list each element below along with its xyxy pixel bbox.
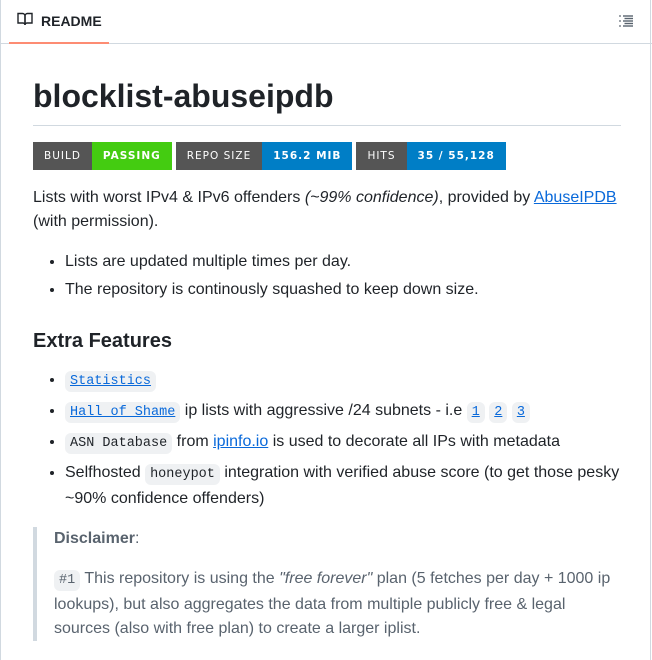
features-list: Statistics Hall of Shame ip lists with a… xyxy=(33,368,621,511)
toc-button[interactable] xyxy=(618,13,636,31)
feature-asn: ASN Database from ipinfo.io is used to d… xyxy=(65,430,621,456)
badge-repo-size-value: 156.2 MIB xyxy=(262,142,353,170)
intro-text-3: (with permission). xyxy=(33,213,159,230)
tab-readme[interactable]: README xyxy=(9,0,109,44)
feature-statistics: Statistics xyxy=(65,368,621,394)
intro-text: Lists with worst IPv4 & IPv6 offenders xyxy=(33,189,305,206)
feature-hall-of-shame: Hall of Shame ip lists with aggressive /… xyxy=(65,399,621,425)
disclaimer-quote: Disclaimer: #1 This repository is using … xyxy=(33,527,621,641)
disclaimer-text-1: This repository is using the xyxy=(80,570,280,587)
hall-link-1[interactable]: 1 xyxy=(466,402,485,423)
selfhosted-text: Selfhosted xyxy=(65,464,146,481)
disclaimer-text: #1 This repository is using the "free fo… xyxy=(54,567,621,641)
intro-paragraph: Lists with worst IPv4 & IPv6 offenders (… xyxy=(33,186,621,234)
badge-row: BUILD PASSING REPO SIZE 156.2 MIB HITS 3… xyxy=(33,142,621,170)
hall-of-shame-text: ip lists with aggressive /24 subnets - i… xyxy=(180,402,467,419)
list-icon xyxy=(618,15,634,33)
disclaimer-tag: #1 xyxy=(54,570,81,591)
badge-build[interactable]: BUILD PASSING xyxy=(33,142,172,170)
honeypot-code: honeypot xyxy=(145,464,220,485)
hall-link-2-code: 2 xyxy=(489,402,508,423)
hall-link-2[interactable]: 2 xyxy=(489,402,508,423)
list-item: The repository is continously squashed t… xyxy=(65,278,621,302)
asn-text: is used to decorate all IPs with metadat… xyxy=(268,433,560,450)
badge-repo-size[interactable]: REPO SIZE 156.2 MIB xyxy=(175,142,353,170)
badge-hits-key: HITS xyxy=(356,142,407,170)
readme-header: README xyxy=(0,0,652,44)
hall-of-shame-code: Hall of Shame xyxy=(65,402,181,423)
badge-hits[interactable]: HITS 35 / 55,128 xyxy=(356,142,506,170)
info-list: Lists are updated multiple times per day… xyxy=(33,250,621,302)
badge-build-key: BUILD xyxy=(33,142,92,170)
abuseipdb-link[interactable]: AbuseIPDB xyxy=(534,189,617,206)
disclaimer-title-line: Disclaimer: xyxy=(54,527,621,551)
asn-from-text: from xyxy=(172,433,214,450)
hall-of-shame-link[interactable]: Hall of Shame xyxy=(65,402,181,423)
hall-link-1-code: 1 xyxy=(466,402,485,423)
disclaimer-title: Disclaimer xyxy=(54,530,135,547)
feature-honeypot: Selfhosted honeypot integration with ver… xyxy=(65,461,621,511)
badge-hits-value: 35 / 55,128 xyxy=(406,142,506,170)
readme-content: blocklist-abuseipdb BUILD PASSING REPO S… xyxy=(33,44,621,641)
list-item: Lists are updated multiple times per day… xyxy=(65,250,621,274)
badge-repo-size-key: REPO SIZE xyxy=(175,142,263,170)
ipinfo-link[interactable]: ipinfo.io xyxy=(213,433,268,450)
book-icon xyxy=(17,11,33,32)
intro-text-2: , provided by xyxy=(438,189,534,206)
page-title: blocklist-abuseipdb xyxy=(33,44,621,126)
disclaimer-emphasis: "free forever" xyxy=(279,570,373,587)
hall-link-3-code: 3 xyxy=(511,402,530,423)
disclaimer-colon: : xyxy=(134,530,140,547)
asn-code: ASN Database xyxy=(65,433,173,454)
intro-emphasis: (~99% confidence) xyxy=(304,189,439,206)
badge-build-value: PASSING xyxy=(91,142,172,170)
hall-link-3[interactable]: 3 xyxy=(511,402,530,423)
features-heading: Extra Features xyxy=(33,330,172,352)
statistics-link[interactable]: Statistics xyxy=(65,371,157,392)
statistics-code: Statistics xyxy=(65,371,157,392)
tab-readme-label: README xyxy=(41,13,102,29)
